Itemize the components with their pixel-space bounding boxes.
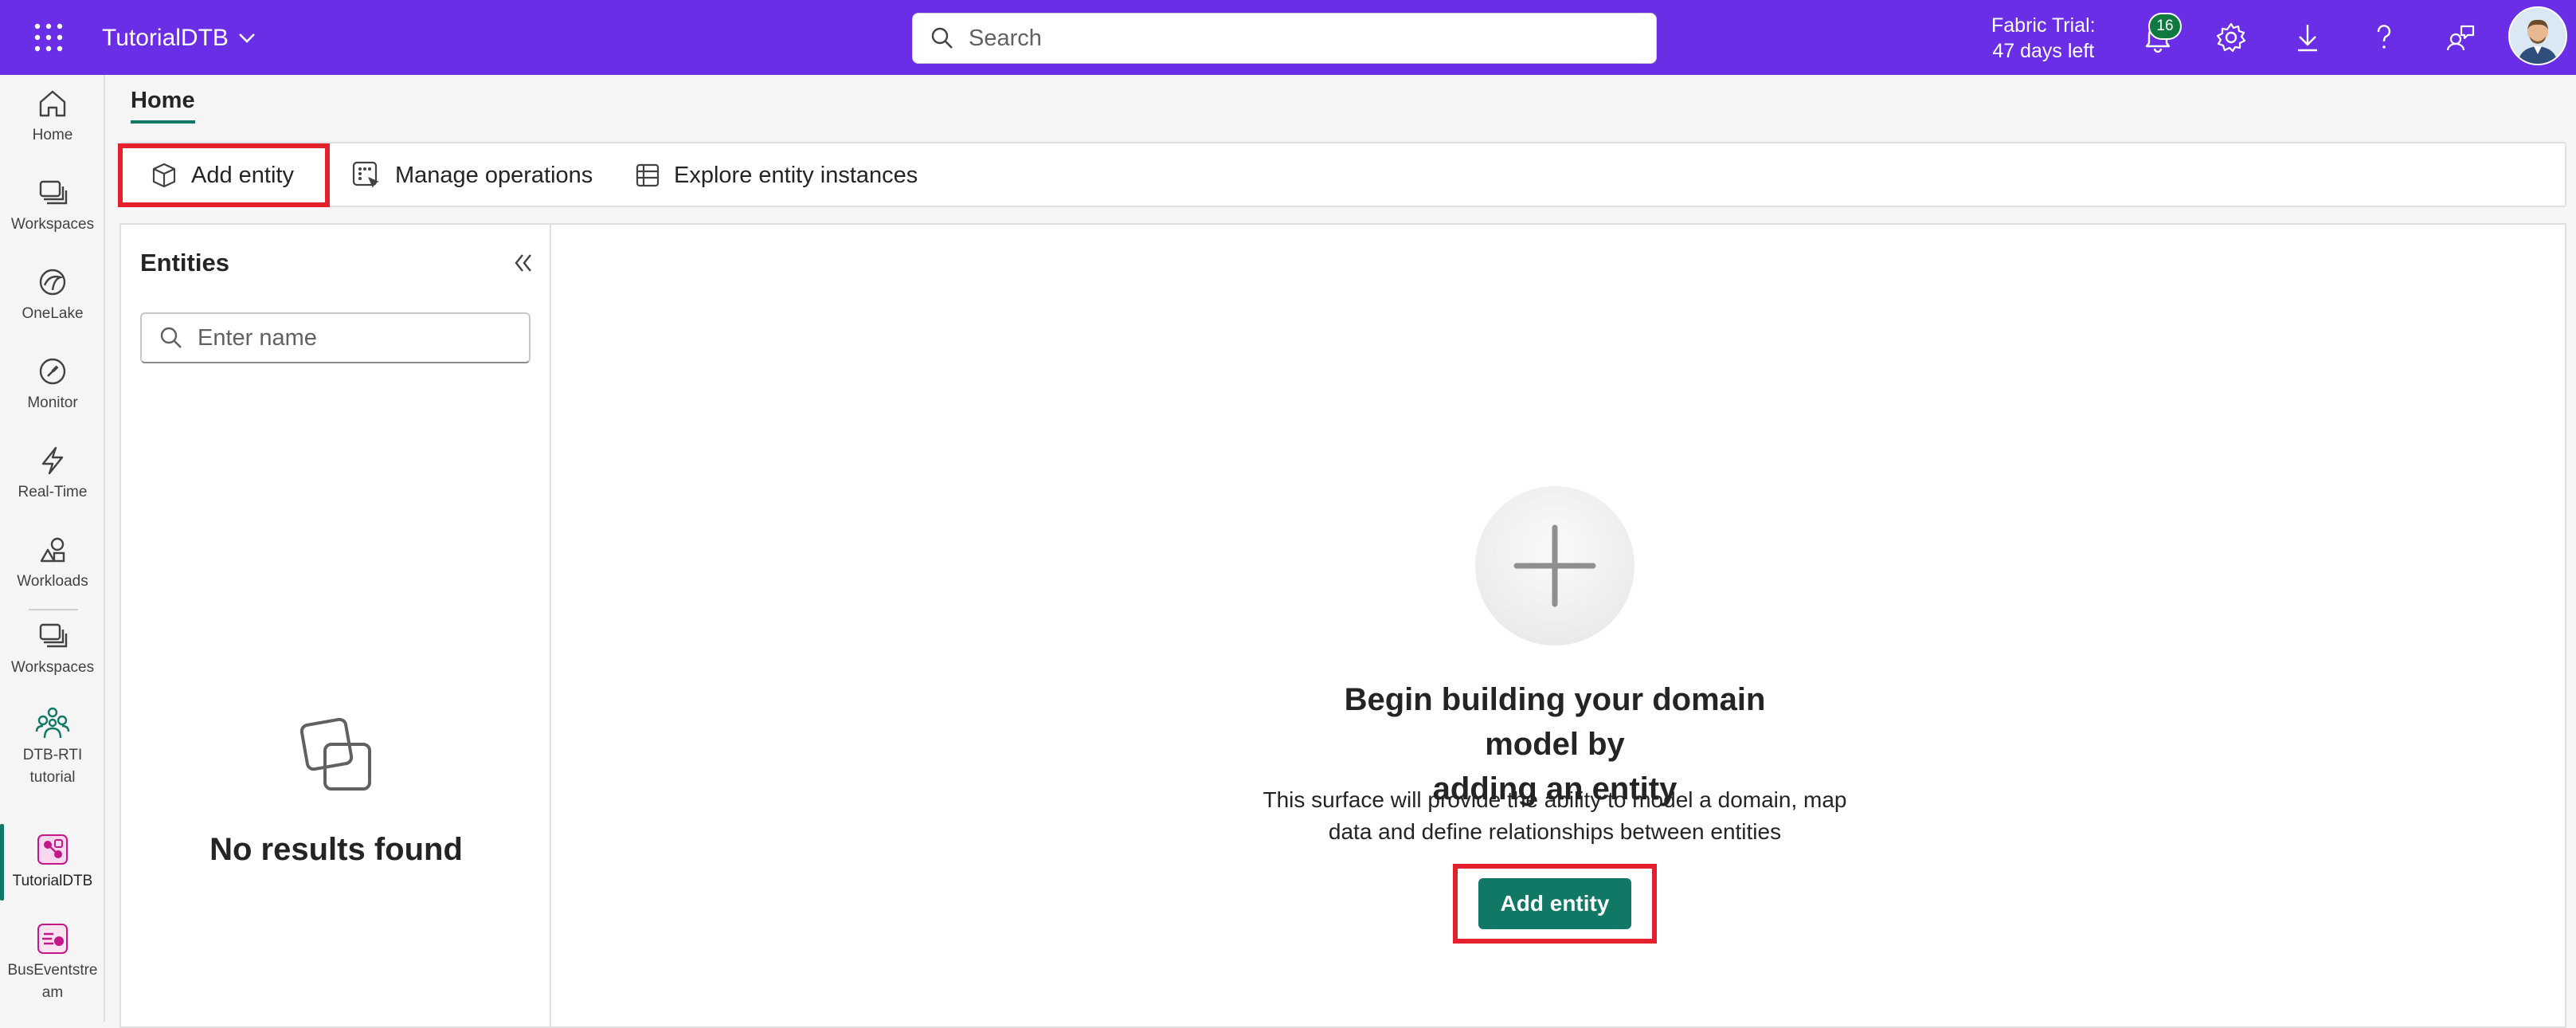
- eventstream-icon: [33, 920, 72, 958]
- nav-label-line2: am: [41, 984, 64, 1001]
- empty-state-desc-line2: data and define relationships between en…: [1328, 819, 1782, 844]
- digital-twin-icon: [33, 830, 72, 869]
- nav-buseventstream[interactable]: BusEventstre am: [0, 920, 105, 1004]
- nav-divider: [29, 609, 78, 610]
- add-entity-button[interactable]: Add entity: [1478, 878, 1631, 929]
- help-icon[interactable]: [2366, 19, 2402, 56]
- gear-icon[interactable]: [2213, 19, 2249, 56]
- tab-home[interactable]: Home: [131, 88, 195, 124]
- empty-entities-icon: [298, 716, 378, 795]
- empty-state-title-line1: Begin building your domain model by: [1344, 682, 1766, 762]
- chevron-down-icon: [238, 33, 256, 44]
- nav-label: TutorialDTB: [12, 873, 93, 889]
- nav-workloads[interactable]: Workloads: [0, 531, 105, 593]
- nav-monitor[interactable]: Monitor: [0, 352, 105, 414]
- monitor-icon: [33, 352, 72, 390]
- top-bar: TutorialDTB Fabric Trial: 47 days left 1…: [0, 0, 2576, 75]
- lightning-icon: [33, 441, 72, 480]
- nav-dtb-rti-tutorial[interactable]: DTB-RTI tutorial: [0, 704, 105, 789]
- model-canvas: Begin building your domain model by addi…: [551, 223, 2566, 1028]
- notification-count-badge: 16: [2148, 13, 2182, 40]
- left-navigation: Home Workspaces OneLake Monitor Real-Tim…: [0, 75, 105, 1022]
- nav-workspaces-secondary[interactable]: Workspaces: [0, 617, 105, 679]
- add-entity-plus[interactable]: [1475, 486, 1634, 645]
- operations-icon: [350, 159, 382, 191]
- add-entity-label: Add entity: [191, 162, 294, 188]
- trial-label: Fabric Trial:: [1991, 14, 2096, 37]
- no-results-text: No results found: [209, 832, 463, 867]
- nav-label: Workspaces: [10, 216, 95, 233]
- nav-home[interactable]: Home: [0, 84, 105, 147]
- nav-label: Real-Time: [18, 484, 88, 500]
- people-group-icon: [33, 704, 72, 743]
- search-icon: [930, 26, 954, 50]
- plus-icon: [1513, 524, 1596, 607]
- download-icon[interactable]: [2289, 19, 2326, 56]
- entity-filter[interactable]: [140, 312, 530, 363]
- workloads-icon: [33, 531, 72, 569]
- trial-status[interactable]: Fabric Trial: 47 days left: [1991, 13, 2096, 64]
- add-entity-ribbon-button[interactable]: Add entity: [150, 156, 294, 194]
- entities-panel-title: Entities: [140, 249, 229, 277]
- nav-workspaces[interactable]: Workspaces: [0, 174, 105, 236]
- nav-label-line1: BusEventstre: [7, 962, 98, 979]
- cube-icon: [150, 161, 178, 190]
- entities-panel: Entities No results found: [119, 223, 551, 1028]
- app-name: TutorialDTB: [102, 25, 229, 51]
- nav-label: Home: [32, 127, 73, 143]
- manage-operations-button[interactable]: Manage operations: [350, 156, 593, 194]
- nav-label: Workspaces: [10, 659, 95, 676]
- collapse-panel-icon[interactable]: [507, 247, 538, 279]
- manage-operations-label: Manage operations: [395, 162, 593, 188]
- onelake-icon: [33, 263, 72, 301]
- search-icon: [159, 326, 183, 350]
- home-icon: [33, 84, 72, 123]
- nav-onelake[interactable]: OneLake: [0, 263, 105, 325]
- explore-entity-instances-label: Explore entity instances: [674, 162, 918, 188]
- ribbon-toolbar: Add entity Manage operations Explore ent…: [119, 142, 2566, 207]
- workspaces-icon: [33, 617, 72, 655]
- table-icon: [634, 162, 661, 189]
- app-launcher-icon[interactable]: [33, 22, 64, 53]
- trial-days-left: 47 days left: [1992, 40, 2095, 62]
- global-search[interactable]: [912, 13, 1657, 64]
- nav-label-line1: DTB-RTI: [22, 747, 83, 763]
- workspace-item-switcher[interactable]: TutorialDTB: [102, 22, 256, 54]
- entity-name-input[interactable]: [196, 324, 518, 352]
- nav-tutorialdtb[interactable]: TutorialDTB: [0, 830, 105, 893]
- explore-entity-instances-button[interactable]: Explore entity instances: [634, 156, 918, 194]
- nav-label-line2: tutorial: [29, 769, 76, 786]
- search-input[interactable]: [967, 24, 1623, 53]
- nav-label: OneLake: [22, 305, 84, 322]
- feedback-icon[interactable]: [2442, 19, 2479, 56]
- user-avatar[interactable]: [2508, 6, 2567, 65]
- nav-real-time[interactable]: Real-Time: [0, 441, 105, 504]
- nav-label: Monitor: [27, 394, 78, 411]
- nav-label: Workloads: [17, 573, 88, 590]
- workspaces-icon: [33, 174, 72, 212]
- empty-state-description: This surface will provide the ability to…: [1236, 784, 1873, 848]
- empty-state-desc-line1: This surface will provide the ability to…: [1263, 787, 1847, 812]
